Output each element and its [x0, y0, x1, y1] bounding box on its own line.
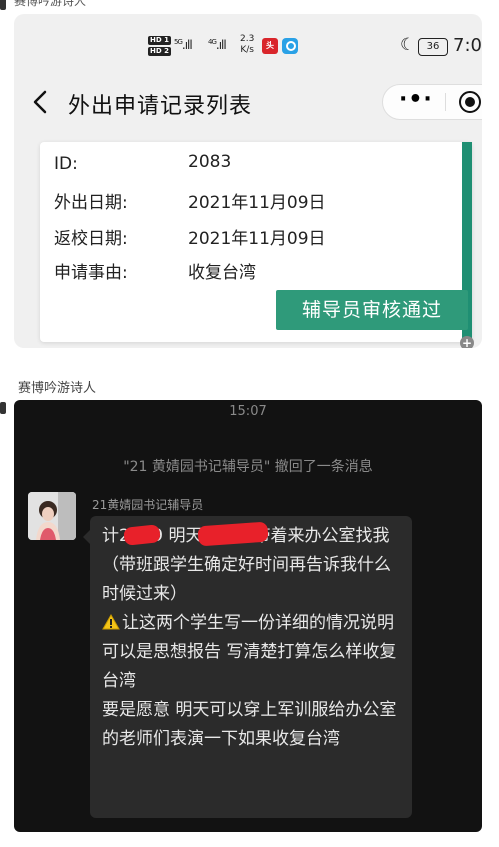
mini-program-capsule: ·•· — [382, 84, 482, 120]
field-value-id: 2083 — [188, 152, 232, 172]
field-value-out-date: 2021年11月09日 — [188, 193, 326, 213]
hd-indicator: HD 1 HD 2 — [148, 36, 171, 58]
field-value-return-date: 2021年11月09日 — [188, 229, 326, 249]
search-app-icon — [282, 38, 298, 54]
signal-icon: 5G.ıll — [174, 38, 193, 52]
field-label-out-date: 外出日期: — [54, 193, 128, 213]
page-title: 外出申请记录列表 — [68, 94, 253, 119]
speed-unit: K/s — [240, 45, 254, 55]
more-icon[interactable]: ·•· — [399, 89, 435, 111]
field-value-reason: 收复台湾 — [188, 263, 256, 283]
network2-label: 4G — [208, 38, 217, 46]
field-label-reason: 申请事由: — [54, 263, 128, 283]
add-icon[interactable]: + — [460, 336, 474, 348]
approved-status-button[interactable]: 辅导员审核通过 — [276, 290, 468, 330]
back-arrow-icon[interactable] — [31, 89, 51, 115]
warning-icon — [102, 614, 120, 630]
left-marker-2 — [0, 402, 6, 414]
field-label-return-date: 返校日期: — [54, 229, 128, 249]
battery-level: 36 — [426, 41, 440, 52]
speed-value: 2.3 — [240, 34, 255, 44]
message-bubble[interactable]: 计2 计9 明天由带班带着来办公室找我（带班跟学生确定好时间再告诉我什么时候过来… — [83, 516, 412, 818]
avatar[interactable] — [28, 492, 76, 540]
message-line-2: 让这两个学生写一份详细的情况说明 可以是思想报告 写清楚打算怎么样收复台湾 — [102, 613, 400, 691]
chat-timestamp: 15:07 — [229, 404, 267, 419]
caption-middle: 赛博吟游诗人 — [18, 381, 97, 396]
avatar-image — [28, 492, 76, 540]
capsule-divider — [445, 93, 446, 111]
message-text: 计2 计9 明天由带班带着来办公室找我（带班跟学生确定好时间再告诉我什么时候过来… — [102, 522, 406, 754]
status-time: 7:05 — [453, 35, 482, 56]
record-card[interactable]: ID: 2083 外出日期: 2021年11月09日 返校日期: 2021年11… — [40, 142, 472, 342]
hd2-badge: HD 2 — [148, 47, 171, 56]
hd1-badge: HD 1 — [148, 36, 171, 45]
status-bar: HD 1 HD 2 5G.ıll 4G.ıll 2.3 K/s 头 ☾ 36 7… — [14, 32, 482, 62]
battery-icon: 36 — [418, 38, 448, 56]
screenshot-application-record: HD 1 HD 2 5G.ıll 4G.ıll 2.3 K/s 头 ☾ 36 7… — [14, 14, 482, 348]
left-marker — [0, 0, 6, 10]
network-speed: 2.3 K/s — [240, 34, 254, 56]
nav-bar: 外出申请记录列表 ·•· — [14, 84, 482, 124]
screenshot-chat: 15:07 "21 黄婧园书记辅导员" 撤回了一条消息 21黄婧园书记辅导员 计… — [14, 400, 482, 832]
field-label-id: ID: — [54, 154, 78, 174]
signal-icon-2: 4G.ıll — [208, 38, 227, 52]
recall-notice: "21 黄婧园书记辅导员" 撤回了一条消息 — [123, 459, 373, 475]
app-notification-icon: 头 — [262, 38, 278, 54]
network1-label: 5G — [174, 38, 183, 46]
sender-name: 21黄婧园书记辅导员 — [92, 498, 204, 512]
caption-top: 赛博吟游诗人 — [14, 0, 87, 8]
message-line-3: 要是愿意 明天可以穿上军训服给办公室的老师们表演一下如果收复台湾 — [102, 700, 397, 749]
moon-icon: ☾ — [400, 35, 416, 55]
close-target-icon[interactable] — [459, 91, 481, 113]
